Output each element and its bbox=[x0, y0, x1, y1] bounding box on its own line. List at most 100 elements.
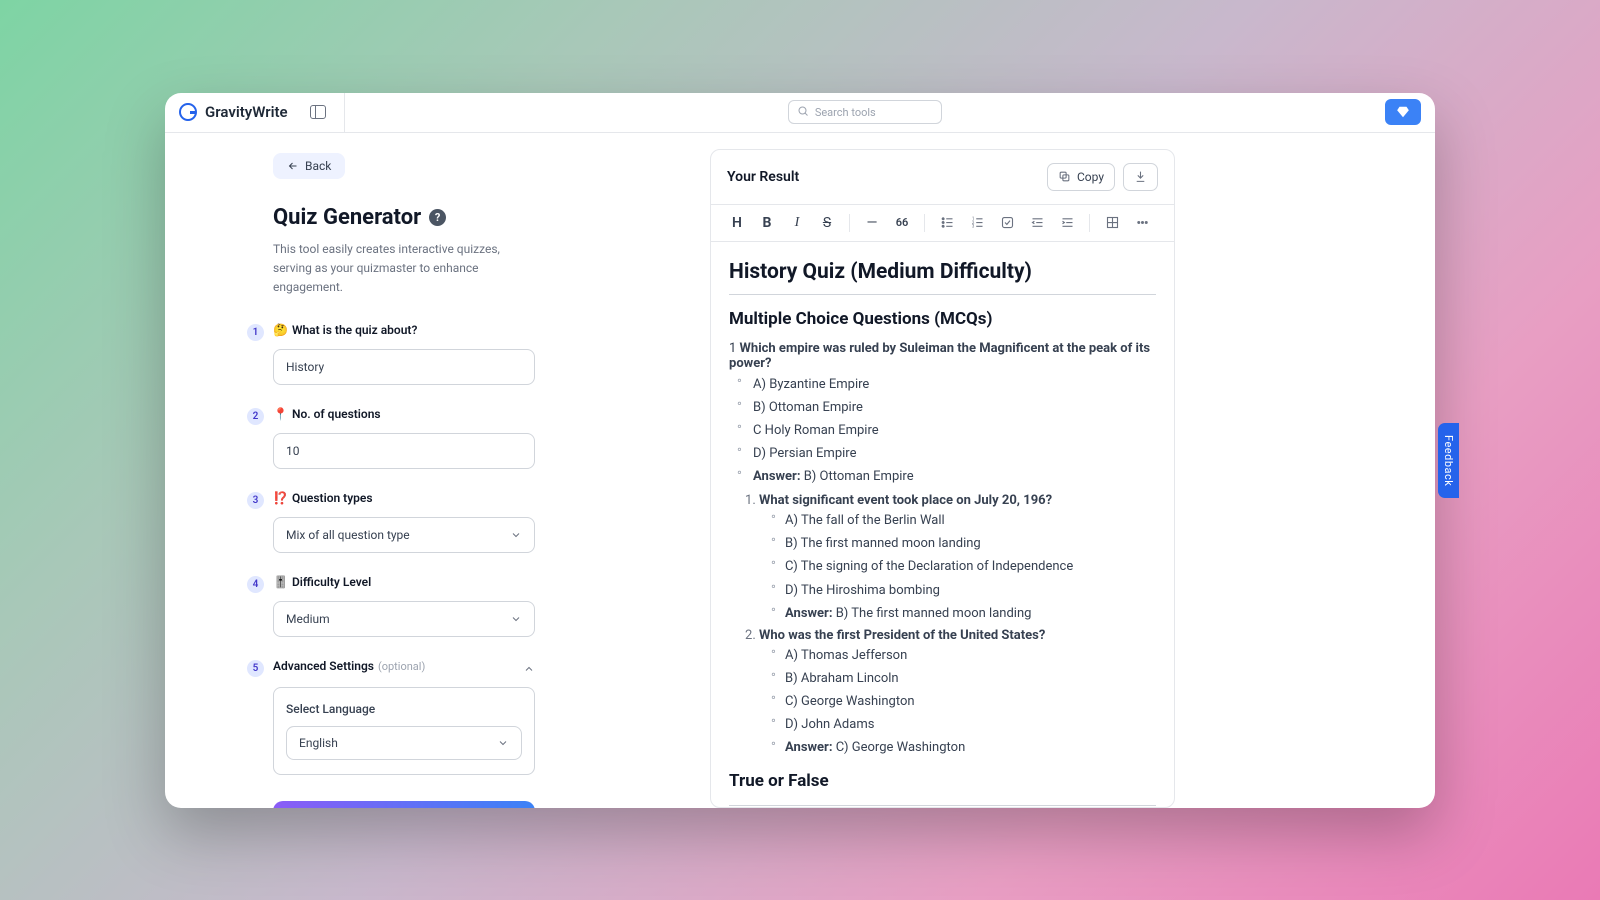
label-about: 🤔 What is the quiz about? bbox=[273, 323, 680, 337]
search-input[interactable]: Search tools bbox=[788, 100, 942, 124]
step-5: 5 bbox=[247, 660, 264, 677]
q2-opt-c: C) The signing of the Declaration of Ind… bbox=[771, 557, 1156, 577]
q2-options: A) The fall of the Berlin Wall B) The fi… bbox=[759, 511, 1156, 624]
left-pane: Back Quiz Generator ? This tool easily c… bbox=[165, 133, 710, 808]
label-advanced: Advanced Settings (optional) bbox=[273, 659, 425, 673]
chevron-up-icon bbox=[523, 660, 535, 672]
emoji-icon: ⁉️ bbox=[273, 491, 288, 505]
q3-opt-d: D) John Adams bbox=[771, 715, 1156, 735]
label-text: Difficulty Level bbox=[292, 575, 371, 589]
step-3: 3 bbox=[247, 492, 264, 509]
divider bbox=[849, 214, 850, 232]
back-label: Back bbox=[305, 159, 331, 173]
create-content-button[interactable]: Create Content bbox=[273, 801, 535, 807]
brand[interactable]: GravityWrite bbox=[179, 103, 288, 121]
result-header: Your Result Copy bbox=[711, 150, 1174, 204]
input-value: 10 bbox=[286, 444, 300, 458]
header-right bbox=[1385, 99, 1421, 125]
search-wrap: Search tools bbox=[345, 100, 1385, 124]
heading-button[interactable]: H bbox=[723, 209, 751, 237]
brand-name: GravityWrite bbox=[205, 103, 288, 121]
select-difficulty[interactable]: Medium bbox=[273, 601, 535, 637]
emoji-icon: 🤔 bbox=[273, 323, 288, 337]
bold-button[interactable]: B bbox=[753, 209, 781, 237]
app-window: GravityWrite Search tools Back Qu bbox=[165, 93, 1435, 808]
select-value: English bbox=[299, 736, 338, 750]
table-button[interactable] bbox=[1098, 209, 1126, 237]
field-advanced: 5 Advanced Settings (optional) Select La… bbox=[273, 659, 680, 775]
chevron-down-icon bbox=[510, 613, 522, 625]
advanced-body: Select Language English bbox=[273, 687, 535, 775]
field-about: 1 🤔 What is the quiz about? History bbox=[273, 323, 680, 385]
numbered-questions: What significant event took place on Jul… bbox=[729, 493, 1156, 758]
q3-opt-c: C) George Washington bbox=[771, 692, 1156, 712]
help-icon[interactable]: ? bbox=[429, 209, 446, 226]
page-title-text: Quiz Generator bbox=[273, 205, 421, 230]
label-difficulty: 🎚️ Difficulty Level bbox=[273, 575, 680, 589]
feedback-tab[interactable]: Feedback bbox=[1438, 423, 1459, 498]
q2-opt-a: A) The fall of the Berlin Wall bbox=[771, 511, 1156, 531]
divider bbox=[1089, 214, 1090, 232]
result-card: Your Result Copy H B I bbox=[710, 149, 1175, 808]
input-count[interactable]: 10 bbox=[273, 433, 535, 469]
select-value: Medium bbox=[286, 612, 330, 626]
download-button[interactable] bbox=[1123, 163, 1158, 191]
download-icon bbox=[1134, 170, 1147, 183]
step-4: 4 bbox=[247, 576, 264, 593]
right-pane: Your Result Copy H B I bbox=[710, 133, 1435, 808]
q3-ans: Answer: C) George Washington bbox=[771, 738, 1156, 758]
hr-button[interactable]: — bbox=[858, 209, 886, 237]
result-h2-tf: True or False bbox=[729, 771, 1156, 791]
q1-num: 1 bbox=[729, 341, 736, 356]
result-title: Your Result bbox=[727, 169, 799, 185]
result-actions: Copy bbox=[1047, 163, 1158, 191]
indent-button[interactable] bbox=[1053, 209, 1081, 237]
q1-options: A) Byzantine Empire B) Ottoman Empire C … bbox=[729, 375, 1156, 488]
page-title: Quiz Generator ? bbox=[273, 205, 680, 230]
more-button[interactable] bbox=[1128, 209, 1156, 237]
copy-button[interactable]: Copy bbox=[1047, 163, 1115, 191]
field-count: 2 📍 No. of questions 10 bbox=[273, 407, 680, 469]
input-about[interactable]: History bbox=[273, 349, 535, 385]
input-value: History bbox=[286, 360, 324, 374]
label-text: What is the quiz about? bbox=[292, 323, 417, 337]
chevron-down-icon bbox=[510, 529, 522, 541]
sidebar-toggle-icon[interactable] bbox=[310, 105, 326, 119]
chevron-down-icon bbox=[497, 737, 509, 749]
result-body[interactable]: History Quiz (Medium Difficulty) Multipl… bbox=[711, 242, 1174, 807]
q1-opt-a: A) Byzantine Empire bbox=[743, 375, 1156, 395]
optional-text: (optional) bbox=[378, 660, 425, 673]
result-h1: History Quiz (Medium Difficulty) bbox=[729, 260, 1156, 295]
strike-button[interactable]: S bbox=[813, 209, 841, 237]
outdent-button[interactable] bbox=[1023, 209, 1051, 237]
arrow-left-icon bbox=[287, 160, 299, 172]
back-button[interactable]: Back bbox=[273, 153, 345, 179]
label-types: ⁉️ Question types bbox=[273, 491, 680, 505]
q2: What significant event took place on Jul… bbox=[759, 493, 1156, 624]
q3-text: Who was the first President of the Unite… bbox=[759, 628, 1045, 643]
q3-options: A) Thomas Jefferson B) Abraham Lincoln C… bbox=[759, 646, 1156, 759]
italic-button[interactable]: I bbox=[783, 209, 811, 237]
bullet-list-button[interactable] bbox=[933, 209, 961, 237]
q2-ans: Answer: B) The first manned moon landing bbox=[771, 604, 1156, 624]
premium-button[interactable] bbox=[1385, 99, 1421, 125]
emoji-icon: 📍 bbox=[273, 407, 288, 421]
result-h2-mcq: Multiple Choice Questions (MCQs) bbox=[729, 309, 1156, 329]
field-difficulty: 4 🎚️ Difficulty Level Medium bbox=[273, 575, 680, 637]
search-icon bbox=[797, 105, 809, 120]
form: 1 🤔 What is the quiz about? History 2 📍 … bbox=[273, 323, 680, 807]
editor-toolbar: H B I S — 66 123 bbox=[711, 204, 1174, 242]
select-types[interactable]: Mix of all question type bbox=[273, 517, 535, 553]
ordered-list-button[interactable]: 123 bbox=[963, 209, 991, 237]
q3: Who was the first President of the Unite… bbox=[759, 628, 1156, 759]
search-placeholder: Search tools bbox=[815, 106, 876, 119]
advanced-header[interactable]: Advanced Settings (optional) bbox=[273, 659, 535, 673]
select-language[interactable]: English bbox=[286, 726, 522, 760]
q1: 1 Which empire was ruled by Suleiman the… bbox=[729, 341, 1156, 371]
label-text: Advanced Settings bbox=[273, 659, 374, 673]
label-text: No. of questions bbox=[292, 407, 381, 421]
copy-icon bbox=[1058, 170, 1071, 183]
q2-opt-d: D) The Hiroshima bombing bbox=[771, 581, 1156, 601]
quote-button[interactable]: 66 bbox=[888, 209, 916, 237]
checklist-button[interactable] bbox=[993, 209, 1021, 237]
